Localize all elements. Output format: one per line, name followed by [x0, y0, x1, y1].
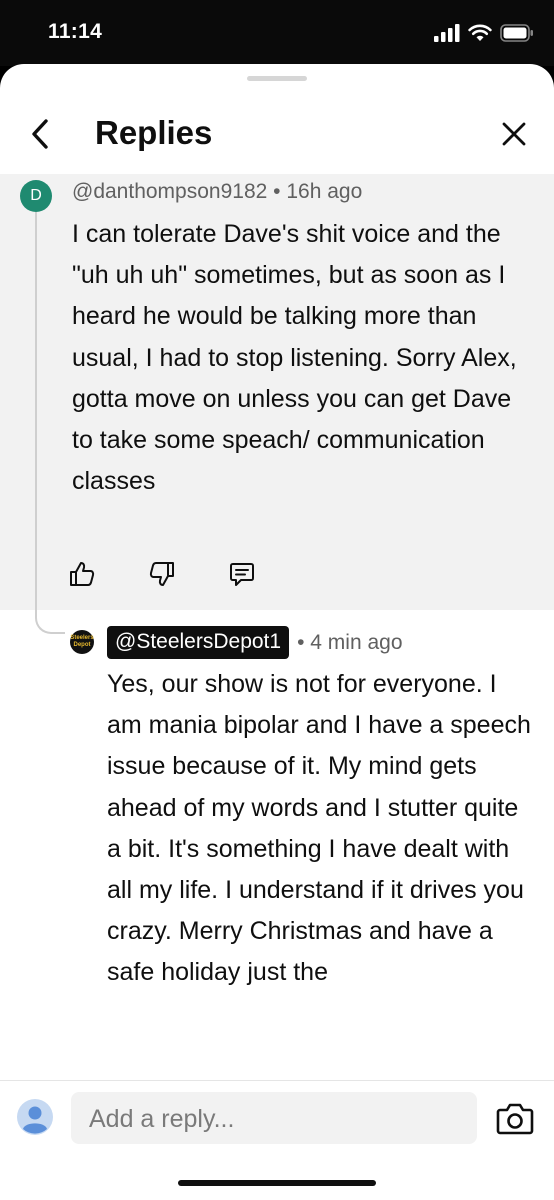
signal-icon [434, 24, 460, 42]
comment-icon [230, 563, 254, 586]
thread-connector [35, 212, 65, 634]
status-icons [434, 22, 534, 44]
reply-time: 4 min ago [310, 630, 403, 654]
comment-time: 16h ago [286, 180, 363, 203]
page-title: Replies [95, 114, 213, 151]
reply-input[interactable]: Add a reply... [71, 1092, 477, 1144]
parent-comment: D @danthompson9182 • 16h ago I can toler… [0, 174, 554, 610]
reply-time-wrap: • 4 min ago [297, 631, 402, 655]
sheet-grabber[interactable] [247, 76, 307, 81]
battery-icon [500, 24, 533, 42]
close-icon [502, 122, 526, 146]
avatar[interactable]: D [20, 180, 52, 212]
thumbs-up-icon [70, 562, 95, 586]
reply-text: Yes, our show is not for everyone. I am … [107, 670, 531, 987]
comments-list[interactable]: D @danthompson9182 • 16h ago I can toler… [0, 174, 554, 1080]
status-bar: 11:14 [0, 0, 554, 66]
meta-separator: • [273, 180, 281, 203]
wifi-icon [468, 24, 492, 41]
replies-sheet: Replies D @danthompson9182 • 16h ago I c… [0, 64, 554, 1200]
meta-separator: • [297, 630, 305, 654]
dislike-button[interactable] [148, 558, 228, 590]
status-time: 11:14 [48, 20, 103, 43]
thumbs-down-icon [149, 562, 174, 586]
comment-meta: @danthompson9182 • 16h ago [72, 180, 362, 204]
avatar[interactable]: Steelers Depot [70, 630, 94, 654]
back-arrow-icon [32, 119, 48, 149]
replies-header: Replies [0, 94, 554, 174]
close-button[interactable] [496, 116, 532, 152]
camera-icon[interactable] [496, 1100, 534, 1136]
back-button[interactable] [22, 116, 58, 152]
user-avatar-icon[interactable] [17, 1099, 53, 1135]
creator-handle-badge[interactable]: @SteelersDepot1 [107, 626, 290, 659]
comment-actions [68, 558, 308, 590]
like-button[interactable] [68, 558, 148, 590]
reply-button[interactable] [228, 558, 308, 590]
comment-text: I can tolerate Dave's shit voice and the… [72, 220, 517, 496]
reply-meta: @SteelersDepot1 • 4 min ago [107, 626, 403, 659]
reply-comment: Steelers Depot @SteelersDepot1 • 4 min a… [0, 610, 554, 1080]
home-indicator [178, 1180, 376, 1186]
comment-author[interactable]: @danthompson9182 [72, 180, 267, 203]
